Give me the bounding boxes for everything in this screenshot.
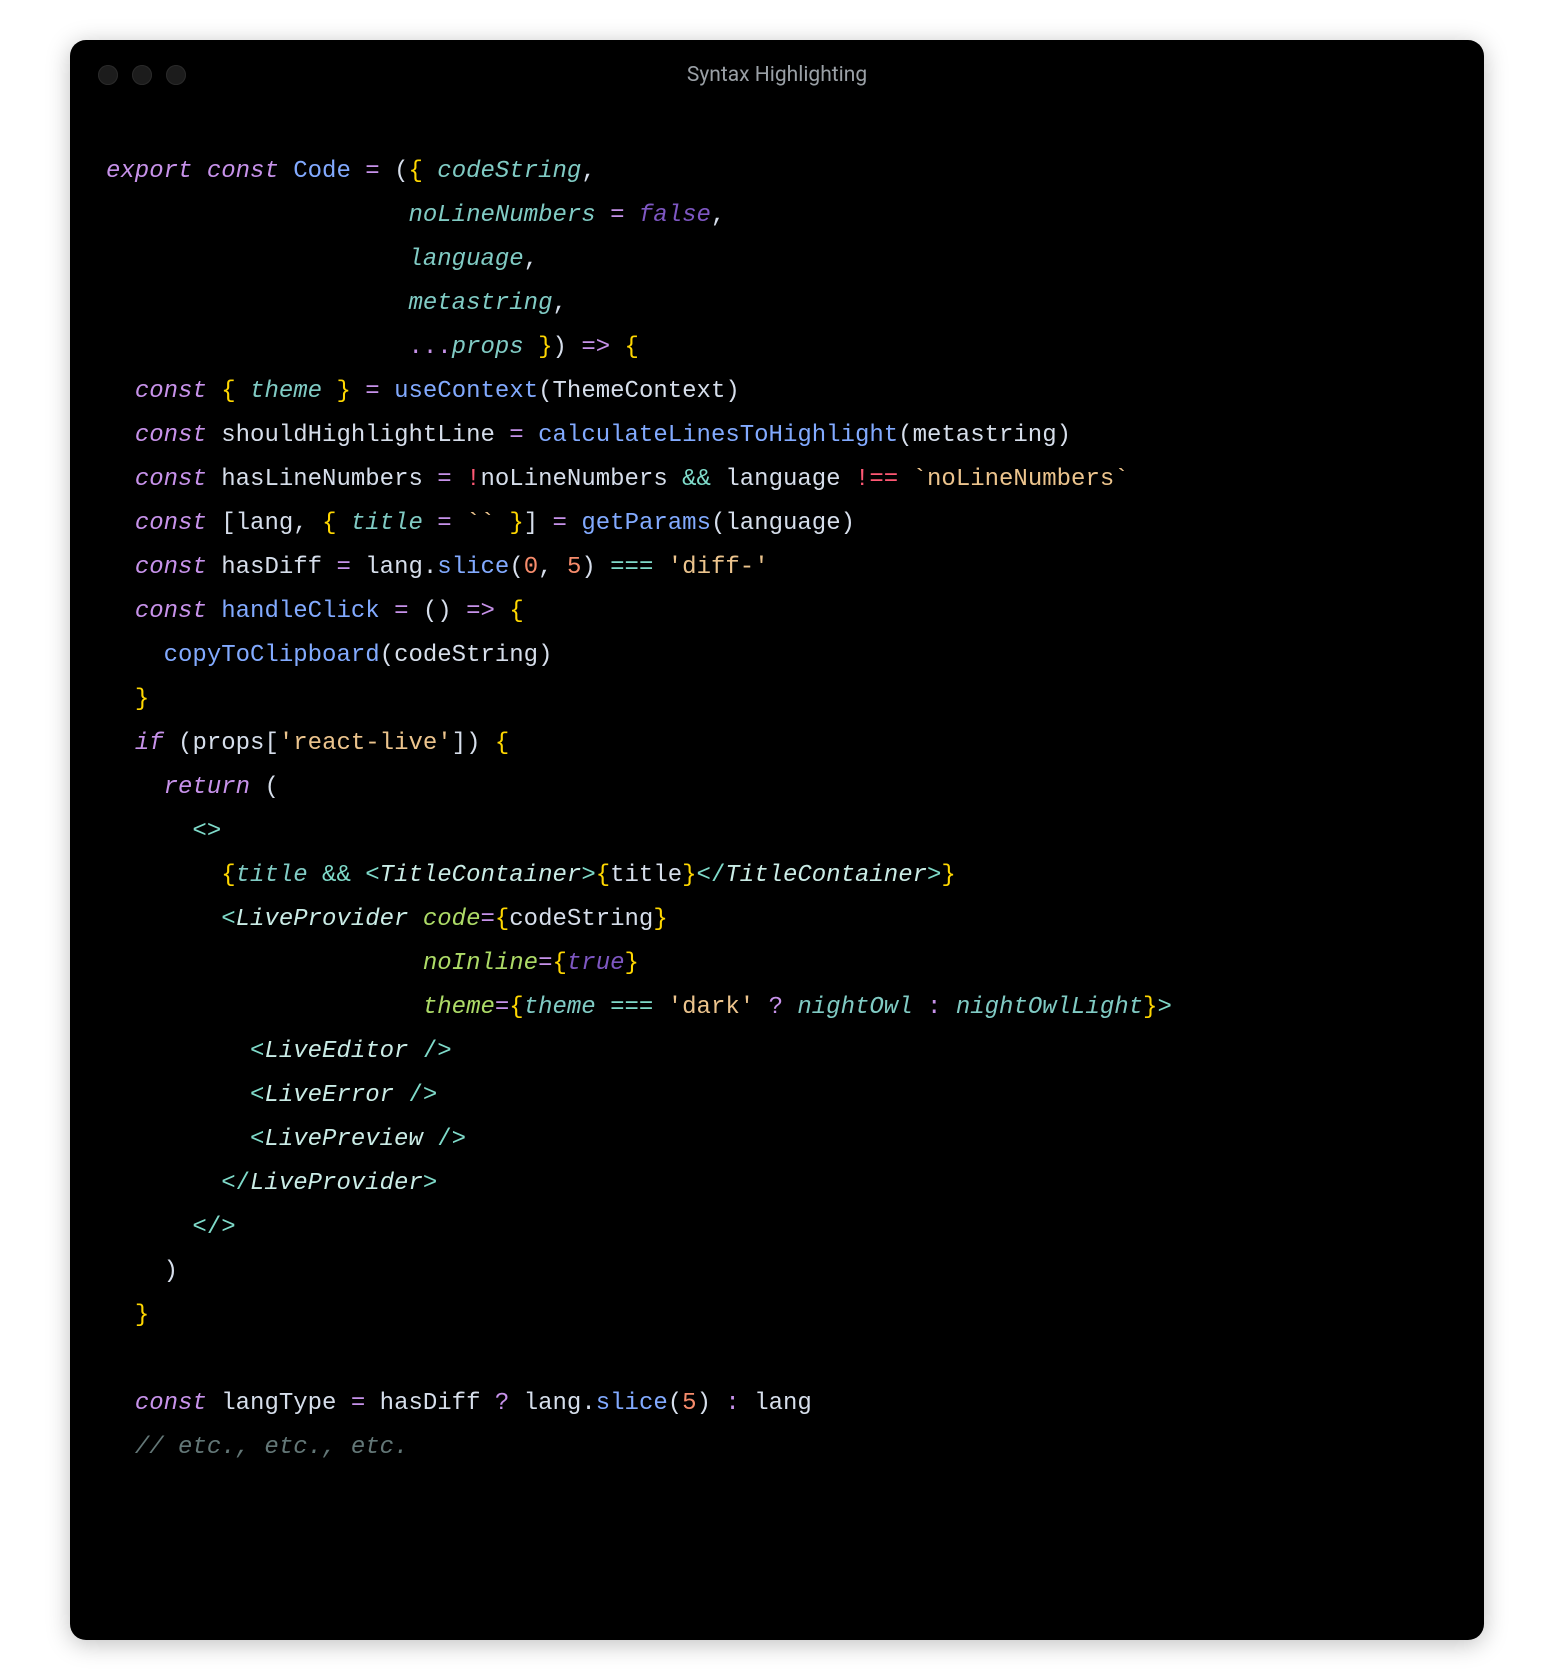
id-nightowl: nightOwl bbox=[797, 994, 912, 1021]
prop-metastring: metastring bbox=[408, 290, 552, 317]
jsx-fragment-open: <> bbox=[192, 818, 221, 845]
id-shouldhighlightline: shouldHighlightLine bbox=[221, 422, 495, 449]
zoom-icon[interactable] bbox=[166, 65, 186, 85]
attr-code: code bbox=[423, 906, 481, 933]
bool-false: false bbox=[639, 202, 711, 229]
close-icon[interactable] bbox=[98, 65, 118, 85]
jsx-fragment-close: </> bbox=[192, 1214, 235, 1241]
id-themecontext: ThemeContext bbox=[553, 378, 726, 405]
code-window: Syntax Highlighting export const Code = … bbox=[70, 40, 1484, 1640]
fn-getparams: getParams bbox=[581, 510, 711, 537]
prop-theme: theme bbox=[250, 378, 322, 405]
fn-slice: slice bbox=[437, 554, 509, 581]
jsx-livepreview: LivePreview bbox=[264, 1126, 422, 1153]
str-diff: 'diff-' bbox=[668, 554, 769, 581]
id-langtype: langType bbox=[221, 1390, 336, 1417]
prop-title: title bbox=[351, 510, 423, 537]
id-lang: lang bbox=[236, 510, 294, 537]
kw-if: if bbox=[135, 730, 164, 757]
str-reactlive: 'react-live' bbox=[279, 730, 452, 757]
str-nolinenumbers: `noLineNumbers` bbox=[913, 466, 1129, 493]
jsx-liveeditor: LiveEditor bbox=[264, 1038, 408, 1065]
jsx-liveprovider: LiveProvider bbox=[236, 906, 409, 933]
str-dark: 'dark' bbox=[668, 994, 754, 1021]
kw-const: const bbox=[207, 158, 279, 185]
kw-export: export bbox=[106, 158, 192, 185]
id-nightowllight: nightOwlLight bbox=[956, 994, 1143, 1021]
attr-theme: theme bbox=[423, 994, 495, 1021]
fn-calclines: calculateLinesToHighlight bbox=[538, 422, 898, 449]
comment-etc: // etc., etc., etc. bbox=[135, 1434, 409, 1461]
kw-return: return bbox=[164, 774, 250, 801]
fn-usecontext: useContext bbox=[394, 378, 538, 405]
code-block: export const Code = ({ codeString, noLin… bbox=[70, 110, 1484, 1470]
fn-copytoclipboard: copyToClipboard bbox=[164, 642, 380, 669]
window-controls bbox=[98, 65, 186, 85]
minimize-icon[interactable] bbox=[132, 65, 152, 85]
op-eq: = bbox=[365, 158, 379, 185]
id-haslinenumbers: hasLineNumbers bbox=[221, 466, 423, 493]
titlebar: Syntax Highlighting bbox=[70, 40, 1484, 110]
window-title: Syntax Highlighting bbox=[70, 63, 1484, 87]
prop-codestring: codeString bbox=[437, 158, 581, 185]
prop-props: props bbox=[452, 334, 524, 361]
jsx-liveerror: LiveError bbox=[264, 1082, 394, 1109]
bool-true: true bbox=[567, 950, 625, 977]
prop-nolinenumbers: noLineNumbers bbox=[408, 202, 595, 229]
fn-handleclick: handleClick bbox=[221, 598, 379, 625]
id-hasdiff: hasDiff bbox=[221, 554, 322, 581]
attr-noinline: noInline bbox=[423, 950, 538, 977]
id-code: Code bbox=[293, 158, 351, 185]
jsx-titlecontainer: TitleContainer bbox=[380, 862, 582, 889]
prop-language: language bbox=[408, 246, 523, 273]
